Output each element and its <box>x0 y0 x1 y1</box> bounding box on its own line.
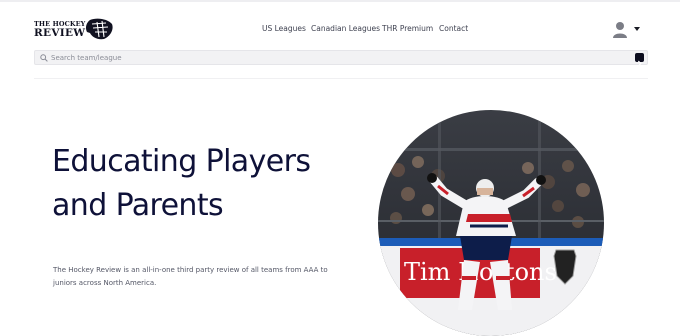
search-input[interactable] <box>51 52 611 63</box>
nav-thr-premium[interactable]: THR Premium <box>382 24 433 33</box>
search-icon <box>40 54 48 62</box>
chevron-right-icon <box>637 60 642 67</box>
search-bar <box>34 50 648 67</box>
main-nav: US Leagues Canadian Leagues THR Premium … <box>0 24 680 38</box>
hero-image: Tim Hortons <box>378 110 604 336</box>
top-border <box>0 0 680 2</box>
hockey-player-photo: Tim Hortons <box>378 110 604 336</box>
nav-us-leagues[interactable]: US Leagues <box>262 24 306 33</box>
caret-down-icon <box>634 27 640 31</box>
hero-description: The Hockey Review is an all-in-one third… <box>53 266 328 287</box>
nav-canadian-leagues[interactable]: Canadian Leagues <box>311 24 380 33</box>
search-submit-button[interactable] <box>635 53 644 67</box>
hero-title: Educating Players and Parents <box>52 144 311 223</box>
nav-contact[interactable]: Contact <box>439 24 468 33</box>
account-menu[interactable] <box>612 21 644 39</box>
user-avatar-icon <box>613 22 627 38</box>
header-divider <box>34 78 648 79</box>
sponsor-text: Tim Hortons <box>404 258 557 286</box>
